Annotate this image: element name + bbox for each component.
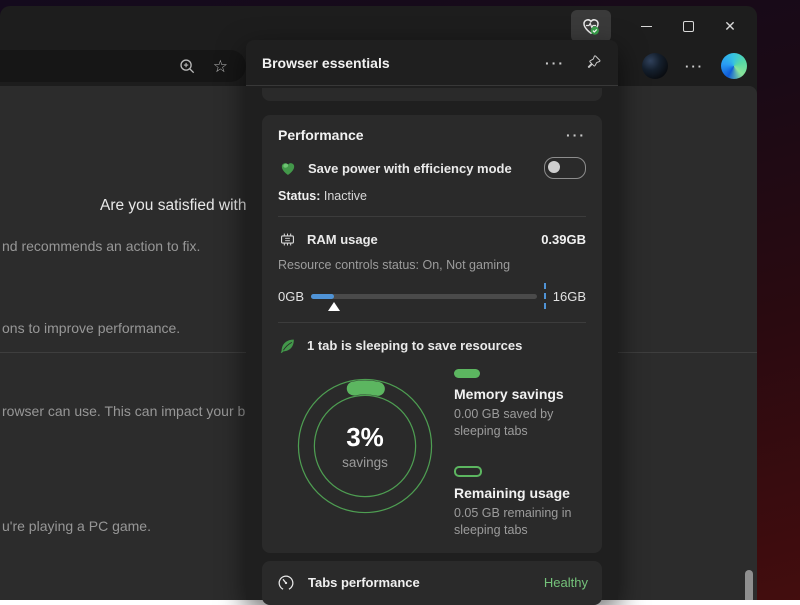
minimize-button[interactable] bbox=[625, 10, 667, 42]
browser-essentials-flyout: Browser essentials ··· Performance ··· S… bbox=[246, 40, 618, 600]
tabs-performance-label: Tabs performance bbox=[308, 575, 532, 590]
close-button[interactable]: ✕ bbox=[709, 10, 751, 42]
copilot-icon[interactable] bbox=[721, 53, 747, 79]
address-bar[interactable]: ☆ bbox=[0, 50, 246, 82]
savings-chart-row: 3% savings Memory savings 0.00 GB saved … bbox=[278, 365, 586, 539]
ram-usage-value: 0.39GB bbox=[541, 232, 586, 247]
flyout-header-divider bbox=[246, 85, 618, 86]
flyout-title: Browser essentials bbox=[262, 55, 545, 71]
savings-donut-chart: 3% savings bbox=[290, 371, 440, 521]
favorites-star-icon[interactable]: ☆ bbox=[213, 58, 228, 75]
desktop-background: ✕ ☆ ··· Are you satisfied with pe nd rec… bbox=[0, 0, 800, 600]
legend-item-remaining-usage: Remaining usage 0.05 GB remaining in sle… bbox=[454, 466, 599, 539]
profile-avatar[interactable] bbox=[642, 53, 668, 79]
efficiency-status: Status: Inactive bbox=[278, 189, 586, 203]
savings-percent: 3% bbox=[346, 422, 384, 453]
remaining-usage-swatch bbox=[454, 466, 482, 477]
resource-controls-status: Resource controls status: On, Not gaming bbox=[278, 258, 586, 272]
sleeping-tabs-headline: 1 tab is sleeping to save resources bbox=[307, 338, 522, 353]
flyout-more-button[interactable]: ··· bbox=[545, 56, 565, 70]
ram-chip-icon bbox=[278, 230, 297, 249]
sleeping-leaf-icon bbox=[278, 336, 297, 355]
minimize-icon bbox=[641, 26, 652, 27]
performance-more-button[interactable]: ··· bbox=[566, 128, 586, 142]
toggle-knob bbox=[548, 161, 560, 173]
efficiency-mode-toggle[interactable] bbox=[544, 157, 586, 179]
toolbar-right: ··· bbox=[642, 53, 747, 79]
maximize-button[interactable] bbox=[667, 10, 709, 42]
efficiency-leaf-heart-icon bbox=[278, 158, 298, 178]
page-text-fragment: rowser can use. This can impact your bro… bbox=[2, 403, 268, 419]
page-text-fragment: u're playing a PC game. bbox=[2, 518, 151, 534]
page-text-fragment: ons to improve performance. bbox=[2, 320, 180, 336]
savings-caption: savings bbox=[342, 455, 388, 470]
ram-slider-row: 0GB 16GB bbox=[278, 283, 586, 309]
donut-legend: Memory savings 0.00 GB saved by sleeping… bbox=[454, 365, 599, 539]
legend-item-memory-savings: Memory savings 0.00 GB saved by sleeping… bbox=[454, 369, 599, 440]
ram-usage-fill bbox=[311, 294, 334, 299]
slider-max-label: 16GB bbox=[553, 289, 586, 304]
ram-usage-marker-icon[interactable] bbox=[328, 302, 340, 311]
scrollbar-thumb[interactable] bbox=[745, 570, 753, 600]
ram-limit-slider[interactable] bbox=[311, 294, 537, 299]
pin-icon[interactable] bbox=[585, 54, 602, 71]
page-text-fragment: nd recommends an action to fix. bbox=[2, 238, 200, 254]
scrolled-card-edge bbox=[262, 88, 602, 101]
heart-pulse-check-icon bbox=[579, 14, 603, 38]
performance-title: Performance bbox=[278, 127, 566, 143]
performance-card: Performance ··· Save power with efficien… bbox=[262, 115, 602, 553]
section-divider bbox=[278, 216, 586, 217]
zoom-icon[interactable] bbox=[178, 57, 197, 76]
tabs-performance-status: Healthy bbox=[544, 575, 588, 590]
slider-min-label: 0GB bbox=[278, 289, 304, 304]
browser-essentials-button[interactable] bbox=[571, 10, 611, 42]
section-divider bbox=[278, 322, 586, 323]
ram-limit-indicator bbox=[544, 283, 546, 309]
settings-more-button[interactable]: ··· bbox=[685, 59, 704, 74]
page-heading-fragment: Are you satisfied with pe bbox=[100, 197, 268, 215]
memory-savings-swatch bbox=[454, 369, 480, 378]
efficiency-mode-label: Save power with efficiency mode bbox=[308, 161, 534, 176]
ram-usage-label: RAM usage bbox=[307, 232, 531, 247]
tabs-performance-card[interactable]: Tabs performance Healthy bbox=[262, 561, 602, 605]
gauge-icon bbox=[276, 573, 296, 593]
flyout-header: Browser essentials ··· bbox=[246, 40, 618, 85]
maximize-icon bbox=[683, 21, 694, 32]
close-icon: ✕ bbox=[724, 18, 736, 35]
